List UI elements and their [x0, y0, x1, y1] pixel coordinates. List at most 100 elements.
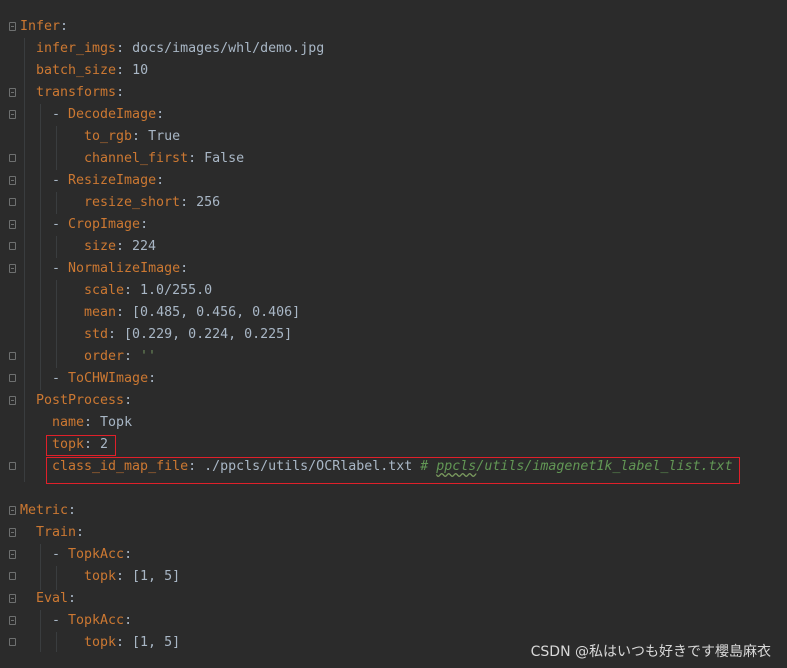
yaml-key: std: [84, 327, 109, 342]
yaml-key: PostProcess: [36, 393, 125, 408]
fold-toggle-icon[interactable]: [9, 396, 16, 405]
indent-guide: [40, 544, 41, 590]
yaml-separator: :: [156, 107, 165, 122]
fold-toggle-icon[interactable]: [9, 550, 16, 559]
indent-guide: [56, 126, 57, 170]
yaml-key: ResizeImage: [68, 173, 157, 188]
code-line[interactable]: - ToCHWImage:: [52, 368, 156, 390]
yaml-value: True: [148, 129, 181, 144]
yaml-separator: :: [116, 239, 133, 254]
yaml-value: [0.485, 0.456, 0.406]: [132, 305, 301, 320]
yaml-key: CropImage: [68, 217, 141, 232]
yaml-key: topk: [84, 635, 117, 650]
code-line[interactable]: - TopkAcc:: [52, 610, 132, 632]
code-line[interactable]: Train:: [36, 522, 84, 544]
watermark: CSDN @私はいつも好きです櫻島麻衣: [530, 644, 771, 660]
code-line[interactable]: to_rgb: True: [84, 126, 180, 148]
fold-toggle-icon[interactable]: [9, 616, 16, 625]
yaml-key: ToCHWImage: [68, 371, 149, 386]
yaml-separator: :: [68, 503, 77, 518]
fold-toggle-icon[interactable]: [9, 110, 16, 119]
fold-toggle-icon[interactable]: [9, 264, 16, 273]
fold-toggle-icon[interactable]: [9, 594, 16, 603]
fold-toggle-icon[interactable]: [9, 22, 16, 31]
code-line[interactable]: PostProcess:: [36, 390, 132, 412]
fold-end-icon[interactable]: [9, 352, 16, 360]
list-dash: -: [52, 217, 69, 232]
code-line[interactable]: std: [0.229, 0.224, 0.225]: [84, 324, 292, 346]
code-line[interactable]: - CropImage:: [52, 214, 148, 236]
fold-end-icon[interactable]: [9, 638, 16, 646]
list-dash: -: [52, 547, 69, 562]
code-line[interactable]: scale: 1.0/255.0: [84, 280, 212, 302]
yaml-separator: :: [76, 525, 85, 540]
fold-toggle-icon[interactable]: [9, 220, 16, 229]
yaml-key: TopkAcc: [68, 613, 125, 628]
code-line[interactable]: mean: [0.485, 0.456, 0.406]: [84, 302, 300, 324]
yaml-separator: :: [180, 195, 197, 210]
code-line[interactable]: name: Topk: [52, 412, 132, 434]
list-dash: -: [52, 173, 69, 188]
indent-guide: [56, 192, 57, 214]
code-line[interactable]: Infer:: [20, 16, 68, 38]
indent-guide: [56, 566, 57, 590]
code-line[interactable]: - DecodeImage:: [52, 104, 164, 126]
code-line[interactable]: - TopkAcc:: [52, 544, 132, 566]
fold-toggle-icon[interactable]: [9, 506, 16, 515]
fold-end-icon[interactable]: [9, 198, 16, 206]
yaml-key: mean: [84, 305, 117, 320]
class-id-map-highlight-box: [46, 457, 740, 484]
yaml-separator: :: [124, 547, 133, 562]
code-line[interactable]: Eval:: [36, 588, 76, 610]
yaml-key: resize_short: [84, 195, 181, 210]
fold-end-icon[interactable]: [9, 242, 16, 250]
yaml-separator: :: [116, 569, 133, 584]
code-line[interactable]: batch_size: 10: [36, 60, 148, 82]
list-dash: -: [52, 613, 69, 628]
indent-guide: [40, 610, 41, 652]
list-dash: -: [52, 261, 69, 276]
list-dash: -: [52, 371, 69, 386]
code-line[interactable]: - NormalizeImage:: [52, 258, 188, 280]
yaml-value: 1.0/255.0: [140, 283, 213, 298]
code-line[interactable]: Metric:: [20, 500, 76, 522]
yaml-separator: :: [60, 19, 69, 34]
indent-guide: [56, 280, 57, 368]
yaml-value: 10: [132, 63, 149, 78]
code-line[interactable]: resize_short: 256: [84, 192, 220, 214]
fold-toggle-icon[interactable]: [9, 88, 16, 97]
yaml-value: docs/images/whl/demo.jpg: [132, 41, 325, 56]
fold-end-icon[interactable]: [9, 462, 16, 470]
yaml-separator: :: [116, 41, 133, 56]
yaml-value: 224: [132, 239, 157, 254]
code-line[interactable]: order: '': [84, 346, 156, 368]
indent-guide: [24, 38, 25, 482]
yaml-key: name: [52, 415, 85, 430]
code-line[interactable]: size: 224: [84, 236, 156, 258]
fold-end-icon[interactable]: [9, 154, 16, 162]
yaml-separator: :: [180, 261, 189, 276]
yaml-separator: :: [116, 635, 133, 650]
yaml-value: Topk: [100, 415, 133, 430]
yaml-separator: :: [108, 327, 125, 342]
yaml-key: Infer: [20, 19, 61, 34]
yaml-key: DecodeImage: [68, 107, 157, 122]
yaml-key: NormalizeImage: [68, 261, 181, 276]
yaml-key: to_rgb: [84, 129, 133, 144]
fold-toggle-icon[interactable]: [9, 528, 16, 537]
code-line[interactable]: topk: [1, 5]: [84, 632, 180, 654]
yaml-separator: :: [116, 305, 133, 320]
yaml-separator: :: [156, 173, 165, 188]
code-line[interactable]: topk: [1, 5]: [84, 566, 180, 588]
code-line[interactable]: infer_imgs: docs/images/whl/demo.jpg: [36, 38, 324, 60]
yaml-key: size: [84, 239, 117, 254]
fold-end-icon[interactable]: [9, 374, 16, 382]
yaml-separator: :: [148, 371, 157, 386]
code-line[interactable]: transforms:: [36, 82, 124, 104]
yaml-value: False: [204, 151, 245, 166]
fold-end-icon[interactable]: [9, 572, 16, 580]
code-line[interactable]: channel_first: False: [84, 148, 244, 170]
code-line[interactable]: - ResizeImage:: [52, 170, 164, 192]
fold-toggle-icon[interactable]: [9, 176, 16, 185]
code-editor[interactable]: Infer: infer_imgs: docs/images/whl/demo.j…: [0, 0, 787, 668]
